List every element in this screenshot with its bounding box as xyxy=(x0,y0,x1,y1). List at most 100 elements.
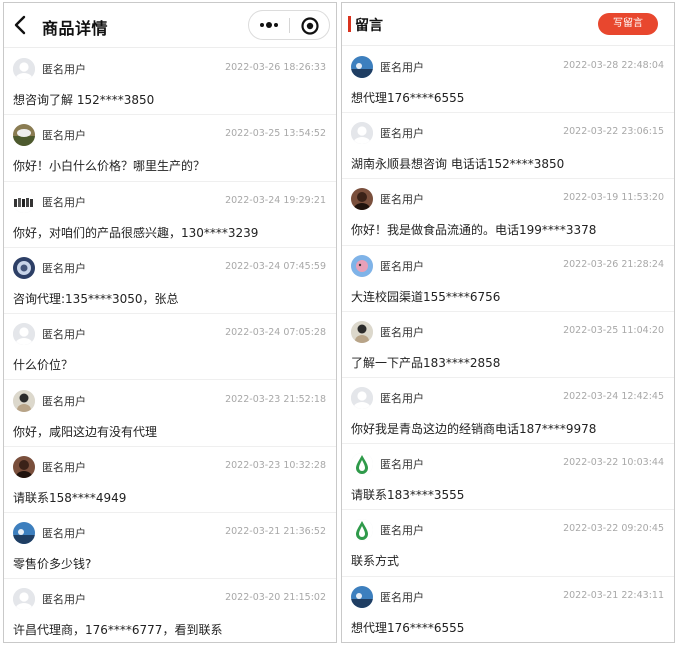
target-circle-icon[interactable] xyxy=(300,16,320,36)
message-panel: 留言 写留言 匿名用户 2022-03-28 22:48:04 想代理176****… xyxy=(341,2,675,643)
comment-item: 匿名用户 2022-03-24 07:45:59 咨询代理:135****3050，… xyxy=(4,247,336,315)
avatar xyxy=(351,585,373,608)
comment-date: 2022-03-22 09:20:45 xyxy=(563,523,664,535)
avatar xyxy=(13,389,35,412)
comment-date: 2022-03-25 13:54:52 xyxy=(225,128,326,140)
comment-text: 你好我是青岛这边的经销商电话187****9978 xyxy=(351,422,597,436)
avatar xyxy=(351,122,373,145)
avatar xyxy=(13,190,35,213)
commenter-name: 匿名用户 xyxy=(42,129,86,143)
message-header: 留言 写留言 xyxy=(342,3,674,46)
mini-program-capsule xyxy=(248,10,330,40)
commenter-name: 匿名用户 xyxy=(42,261,86,275)
comment-item: 匿名用户 2022-03-24 07:05:28 什么价位？ xyxy=(4,313,336,381)
page-title: 商品详情 xyxy=(42,19,109,38)
message-title: 留言 xyxy=(355,18,383,34)
avatar xyxy=(13,522,35,545)
product-detail-header: 商品详情 xyxy=(4,3,336,48)
comment-text: 湖南永顺县想咨询 电话话152****3850 xyxy=(351,157,565,172)
comment-item: 匿名用户 2022-03-28 22:48:04 想代理176****6555 xyxy=(342,46,674,114)
comment-date: 2022-03-23 10:32:28 xyxy=(225,459,326,471)
commenter-name: 匿名用户 xyxy=(42,195,86,209)
comment-text: 大连校园渠道155****6756 xyxy=(351,289,501,304)
commenter-name: 匿名用户 xyxy=(42,63,86,76)
comment-date: 2022-03-26 18:26:33 xyxy=(225,62,326,73)
more-dots-icon[interactable] xyxy=(256,16,282,34)
title-accent-bar xyxy=(348,16,351,32)
commenter-name: 匿名用户 xyxy=(380,193,424,207)
comment-text: 你好，对咱们的产品很感兴趣，130****3239 xyxy=(13,225,259,240)
comment-item: 匿名用户 2022-03-22 09:20:45 联系方式 xyxy=(342,509,674,577)
comment-date: 2022-03-21 21:36:52 xyxy=(225,526,326,538)
comment-date: 2022-03-22 23:06:15 xyxy=(563,126,664,138)
commenter-name: 匿名用户 xyxy=(380,458,424,472)
comment-item: 匿名用户 2022-03-19 11:53:20 你好！我是做食品流通的。电话199… xyxy=(342,178,674,246)
comment-text: 什么价位？ xyxy=(13,358,74,373)
avatar xyxy=(13,256,35,279)
commenter-name: 匿名用户 xyxy=(380,392,424,405)
comment-text: 请联系183****3555 xyxy=(351,488,465,503)
avatar xyxy=(13,455,35,478)
comment-date: 2022-03-25 11:04:20 xyxy=(563,324,664,336)
comment-item: 匿名用户 2022-03-25 11:04:20 了解一下产品183****2858 xyxy=(342,311,674,378)
comment-item: 匿名用户 2022-03-21 22:43:11 想代理176****6555 xyxy=(342,576,674,642)
comment-date: 2022-03-19 11:53:20 xyxy=(563,192,664,204)
commenter-name: 匿名用户 xyxy=(380,325,424,339)
comment-text: 想代理176****6555 xyxy=(351,91,465,105)
avatar xyxy=(351,188,373,211)
commenter-name: 匿名用户 xyxy=(42,460,86,474)
commenter-name: 匿名用户 xyxy=(380,127,424,141)
comment-date: 2022-03-24 07:05:28 xyxy=(225,327,326,339)
avatar xyxy=(351,56,373,78)
comment-item: 匿名用户 2022-03-23 10:32:28 请联系158****4949 xyxy=(4,446,336,514)
avatar xyxy=(351,320,373,343)
comment-item: 匿名用户 2022-03-20 21:15:02 许昌代理商，176****6777… xyxy=(4,578,336,642)
commenter-name: 匿名用户 xyxy=(42,593,86,607)
avatar xyxy=(13,58,35,80)
write-message-button[interactable]: 写留言 xyxy=(598,13,658,35)
comment-text: 零售价多少钱? xyxy=(13,557,92,572)
commenter-name: 匿名用户 xyxy=(380,590,424,604)
comment-text: 了解一下产品183****2858 xyxy=(351,355,501,370)
comment-text: 许昌代理商，176****6777，看到联系 xyxy=(13,623,223,638)
comment-date: 2022-03-24 12:42:45 xyxy=(563,391,664,402)
comment-text: 请联系158****4949 xyxy=(13,490,127,505)
comment-text: 想咨询了解 152****3850 xyxy=(13,93,155,107)
avatar xyxy=(13,588,35,611)
comment-date: 2022-03-26 21:28:24 xyxy=(563,258,664,270)
comment-item: 匿名用户 2022-03-22 23:06:15 湖南永顺县想咨询 电话话152**… xyxy=(342,112,674,180)
comment-item: 匿名用户 2022-03-22 10:03:44 请联系183****3555 xyxy=(342,443,674,511)
commenter-name: 匿名用户 xyxy=(380,61,424,74)
comment-text: 咨询代理:135****3050，张总 xyxy=(13,291,179,306)
comment-date: 2022-03-24 19:29:21 xyxy=(225,194,326,206)
capsule-divider xyxy=(289,18,290,33)
comment-date: 2022-03-28 22:48:04 xyxy=(563,60,664,71)
commenter-name: 匿名用户 xyxy=(42,328,86,342)
commenter-name: 匿名用户 xyxy=(42,394,86,408)
back-arrow-icon[interactable] xyxy=(12,14,30,36)
avatar xyxy=(13,323,35,346)
comment-text: 想代理176****6555 xyxy=(351,620,465,635)
avatar xyxy=(351,387,373,409)
commenter-name: 匿名用户 xyxy=(42,527,86,541)
comment-item: 匿名用户 2022-03-26 18:26:33 想咨询了解 152****3850 xyxy=(4,48,336,116)
commenter-name: 匿名用户 xyxy=(380,524,424,538)
comment-date: 2022-03-20 21:15:02 xyxy=(225,592,326,604)
comment-date: 2022-03-21 22:43:11 xyxy=(563,589,664,601)
avatar xyxy=(351,453,373,476)
comment-item: 匿名用户 2022-03-26 21:28:24 大连校园渠道155****6756 xyxy=(342,245,674,312)
comment-item: 匿名用户 2022-03-23 21:52:18 你好，咸阳这边有没有代理 xyxy=(4,380,336,447)
product-detail-panel: 商品详情 匿名用户 2022-03-26 18:26:33 想咨询了解 152***… xyxy=(3,2,337,643)
comment-item: 匿名用户 2022-03-24 12:42:45 你好我是青岛这边的经销商电话187… xyxy=(342,377,674,445)
commenter-name: 匿名用户 xyxy=(380,259,424,273)
comment-date: 2022-03-23 21:52:18 xyxy=(225,393,326,405)
comment-date: 2022-03-24 07:45:59 xyxy=(225,260,326,272)
comment-date: 2022-03-22 10:03:44 xyxy=(563,457,664,469)
comment-item: 匿名用户 2022-03-21 21:36:52 零售价多少钱? xyxy=(4,512,336,580)
avatar xyxy=(13,124,35,147)
comment-item: 匿名用户 2022-03-24 19:29:21 你好，对咱们的产品很感兴趣，130… xyxy=(4,181,336,248)
comment-text: 联系方式 xyxy=(351,554,400,569)
comment-text: 你好！我是做食品流通的。电话199****3378 xyxy=(351,223,597,238)
comment-item: 匿名用户 2022-03-25 13:54:52 你好！小白什么价格？哪里生产的？ xyxy=(4,114,336,182)
avatar xyxy=(351,519,373,542)
